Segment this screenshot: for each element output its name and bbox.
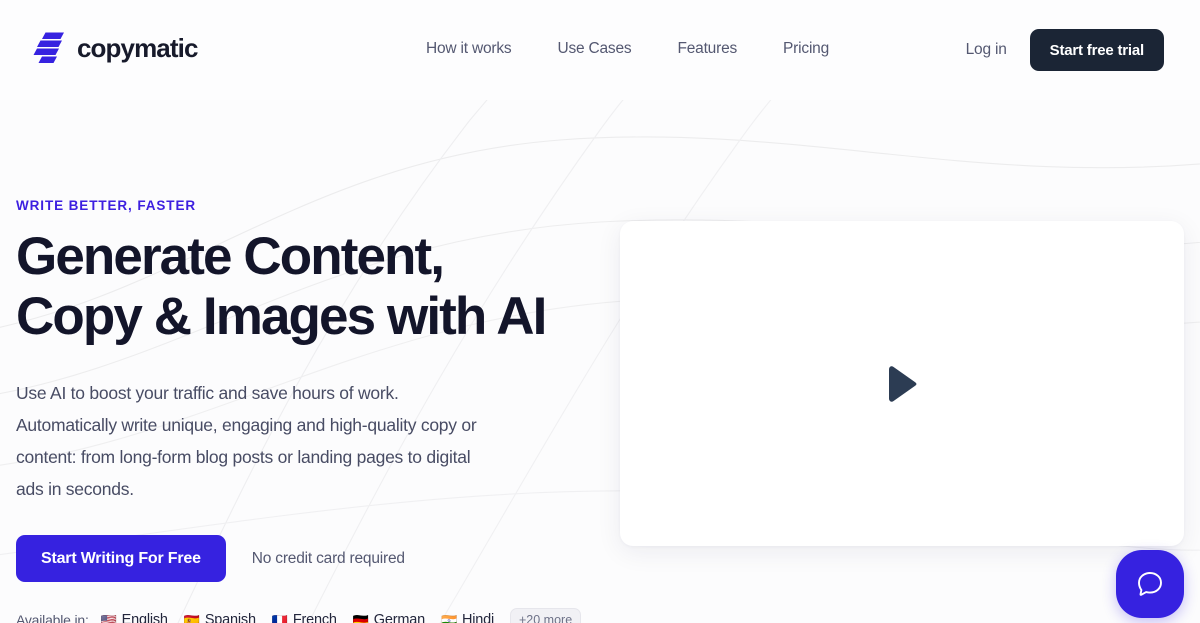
nav-item-features[interactable]: Features bbox=[677, 40, 737, 58]
flag-fr-icon: 🇫🇷 bbox=[271, 612, 288, 623]
hero-headline: Generate Content, Copy & Images with AI bbox=[16, 227, 547, 346]
more-languages-badge[interactable]: +20 more bbox=[509, 608, 582, 623]
flag-in-icon: 🇮🇳 bbox=[440, 612, 457, 623]
landing-page: copymatic How it works Use Cases Feature… bbox=[0, 0, 1200, 623]
language-label: Hindi bbox=[461, 612, 494, 623]
play-triangle-icon[interactable] bbox=[885, 365, 919, 403]
language-label: English bbox=[121, 612, 168, 623]
language-item-english[interactable]: 🇺🇸 English bbox=[101, 612, 168, 623]
chat-bubble-icon bbox=[1138, 572, 1162, 596]
language-item-hindi[interactable]: 🇮🇳 Hindi bbox=[441, 612, 494, 623]
language-item-spanish[interactable]: 🇪🇸 Spanish bbox=[184, 612, 256, 623]
language-label: Spanish bbox=[204, 612, 256, 623]
nav-item-use-cases[interactable]: Use Cases bbox=[557, 40, 631, 58]
language-label: French bbox=[292, 612, 337, 623]
primary-nav: How it works Use Cases Features Pricing bbox=[426, 40, 829, 58]
flag-es-icon: 🇪🇸 bbox=[183, 612, 200, 623]
brand-logo-link[interactable]: copymatic bbox=[33, 30, 198, 66]
available-languages: Available in: 🇺🇸 English 🇪🇸 Spanish 🇫🇷 F… bbox=[16, 608, 582, 623]
hero-content: WRITE BETTER, FASTER Generate Content, C… bbox=[16, 198, 576, 582]
available-in-label: Available in: bbox=[16, 612, 89, 623]
hero-eyebrow: WRITE BETTER, FASTER bbox=[16, 198, 196, 213]
flag-us-icon: 🇺🇸 bbox=[100, 612, 117, 623]
brand-name: copymatic bbox=[77, 32, 198, 63]
nav-item-pricing[interactable]: Pricing bbox=[783, 40, 829, 58]
login-link[interactable]: Log in bbox=[966, 41, 1007, 59]
language-label: German bbox=[373, 612, 425, 623]
no-credit-card-note: No credit card required bbox=[251, 549, 405, 567]
language-item-german[interactable]: 🇩🇪 German bbox=[353, 612, 425, 623]
chat-support-button[interactable] bbox=[1116, 550, 1184, 618]
site-header: copymatic How it works Use Cases Feature… bbox=[0, 0, 1200, 100]
hero-cta-row: Start Writing For Free No credit card re… bbox=[16, 535, 576, 582]
flag-de-icon: 🇩🇪 bbox=[352, 612, 369, 623]
start-writing-for-free-button[interactable]: Start Writing For Free bbox=[16, 535, 226, 582]
language-item-french[interactable]: 🇫🇷 French bbox=[272, 612, 337, 623]
nav-item-how-it-works[interactable]: How it works bbox=[426, 40, 512, 58]
hero-subcopy: Use AI to boost your traffic and save ho… bbox=[16, 383, 477, 499]
copymatic-bars-logo-icon bbox=[33, 32, 64, 63]
start-free-trial-button[interactable]: Start free trial bbox=[1029, 29, 1164, 71]
header-actions: Log in Start free trial bbox=[966, 29, 1164, 71]
hero-video-player[interactable] bbox=[620, 221, 1184, 546]
